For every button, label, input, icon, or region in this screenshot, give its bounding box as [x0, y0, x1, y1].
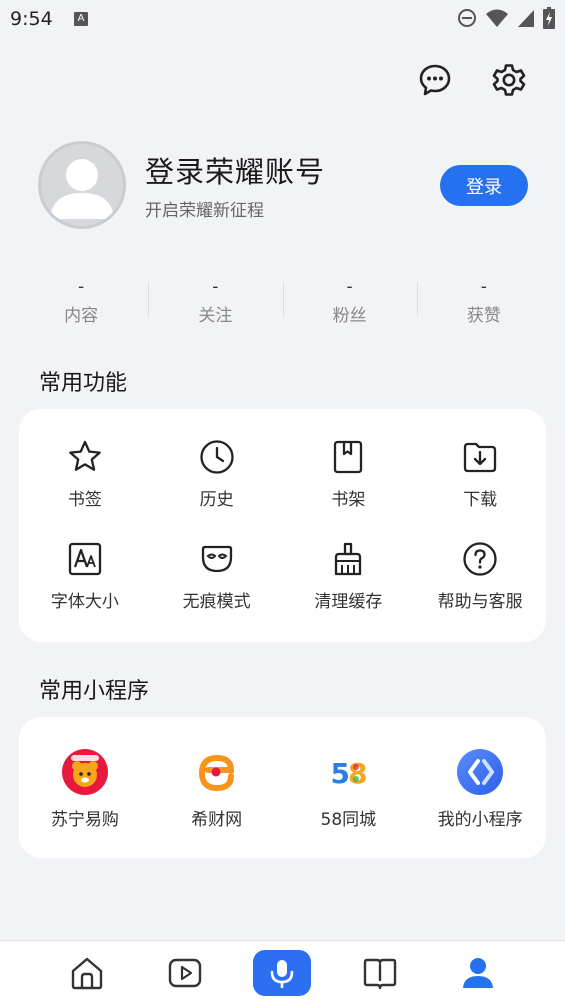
function-label: 清理缓存: [314, 592, 383, 612]
login-title[interactable]: 登录荣耀账号: [145, 149, 325, 191]
status-indicators: [457, 7, 555, 29]
miniprogram-58[interactable]: 58 58同城: [283, 749, 415, 830]
stat-label: 内容: [64, 306, 99, 326]
stat-value: -: [480, 277, 487, 297]
stat-value: -: [346, 277, 353, 297]
function-bookmark[interactable]: 书签: [19, 439, 151, 510]
miniprogram-label: 我的小程序: [437, 810, 523, 830]
function-label: 书架: [331, 490, 366, 510]
stat-value: -: [78, 277, 85, 297]
profile-header: 登录荣耀账号 开启荣耀新征程 登录: [38, 141, 528, 231]
function-help[interactable]: 帮助与客服: [414, 541, 546, 612]
wifi-icon: [486, 9, 508, 27]
dnd-icon: [458, 9, 476, 27]
battery-icon: [543, 7, 555, 29]
stat-followers[interactable]: - 粉丝: [282, 276, 417, 326]
common-functions-title: 常用功能: [39, 371, 128, 396]
stat-label: 粉丝: [332, 306, 367, 326]
xicai-logo-icon: [194, 749, 240, 795]
mini-programs-card: 苏宁易购 希财网 58 58同城 我的小程序: [19, 717, 546, 858]
video-play-icon: [168, 958, 201, 987]
miniprogram-label: 苏宁易购: [50, 810, 119, 830]
miniprogram-label: 希财网: [191, 810, 243, 830]
mini-programs-title: 常用小程序: [39, 679, 150, 704]
function-clear-cache[interactable]: 清理缓存: [283, 541, 415, 612]
home-icon: [71, 957, 103, 989]
nav-video[interactable]: [156, 950, 214, 996]
stat-likes[interactable]: - 获赞: [416, 276, 551, 326]
status-bar: 9:54 A: [0, 0, 565, 38]
status-time: 9:54: [10, 8, 53, 30]
function-font-size[interactable]: 字体大小: [19, 541, 151, 612]
novel-book-icon: [364, 958, 397, 989]
function-label: 字体大小: [50, 592, 119, 612]
function-download[interactable]: 下载: [414, 439, 546, 510]
help-question-icon: [462, 541, 498, 577]
clean-brush-icon: [330, 541, 366, 577]
function-label: 无痕模式: [182, 592, 251, 612]
stats-row: - 内容 - 关注 - 粉丝 - 获赞: [14, 276, 551, 326]
nav-novel[interactable]: [351, 950, 409, 996]
avatar[interactable]: [38, 141, 126, 229]
suning-logo-icon: [61, 749, 108, 795]
bookmark-star-icon: [67, 439, 103, 475]
miniprogram-xicai[interactable]: 希财网: [151, 749, 283, 830]
stat-following[interactable]: - 关注: [148, 276, 282, 326]
login-button[interactable]: 登录: [440, 165, 528, 206]
miniprogram-mine[interactable]: 我的小程序: [414, 749, 546, 830]
download-folder-icon: [462, 439, 498, 475]
stat-label: 获赞: [466, 306, 501, 326]
microphone-icon: [271, 959, 294, 988]
function-incognito[interactable]: 无痕模式: [151, 541, 283, 612]
my-miniprogram-icon: [457, 749, 504, 795]
font-size-icon: [67, 541, 103, 577]
function-label: 帮助与客服: [437, 592, 523, 612]
function-label: 书签: [67, 490, 102, 510]
miniprogram-suning[interactable]: 苏宁易购: [19, 749, 151, 830]
function-history[interactable]: 历史: [151, 439, 283, 510]
stat-content[interactable]: - 内容: [14, 276, 148, 326]
settings-icon[interactable]: [491, 62, 527, 98]
stat-value: -: [212, 277, 219, 297]
message-icon[interactable]: [417, 62, 453, 98]
function-label: 下载: [463, 490, 498, 510]
signal-icon: [518, 10, 534, 27]
common-functions-card: 书签 历史 书架 下载 字体大小 无痕模式 清理缓存 帮助与客服: [19, 409, 546, 642]
58-logo-text: 58: [331, 757, 366, 790]
header-actions: [417, 62, 527, 98]
bookshelf-icon: [330, 439, 366, 475]
58-logo-icon: 58: [325, 749, 371, 795]
miniprogram-label: 58同城: [320, 810, 377, 830]
history-clock-icon: [199, 439, 235, 475]
profile-icon: [463, 957, 494, 988]
incognito-mask-icon: [199, 541, 235, 577]
function-label: 历史: [199, 490, 234, 510]
nav-voice[interactable]: [253, 949, 312, 996]
notification-a-icon: A: [74, 12, 88, 26]
stat-label: 关注: [198, 306, 233, 326]
nav-home[interactable]: [58, 950, 116, 996]
bottom-nav: [0, 940, 565, 1004]
function-bookshelf[interactable]: 书架: [283, 439, 415, 510]
login-subtitle: 开启荣耀新征程: [145, 201, 264, 221]
nav-profile[interactable]: [449, 950, 507, 996]
